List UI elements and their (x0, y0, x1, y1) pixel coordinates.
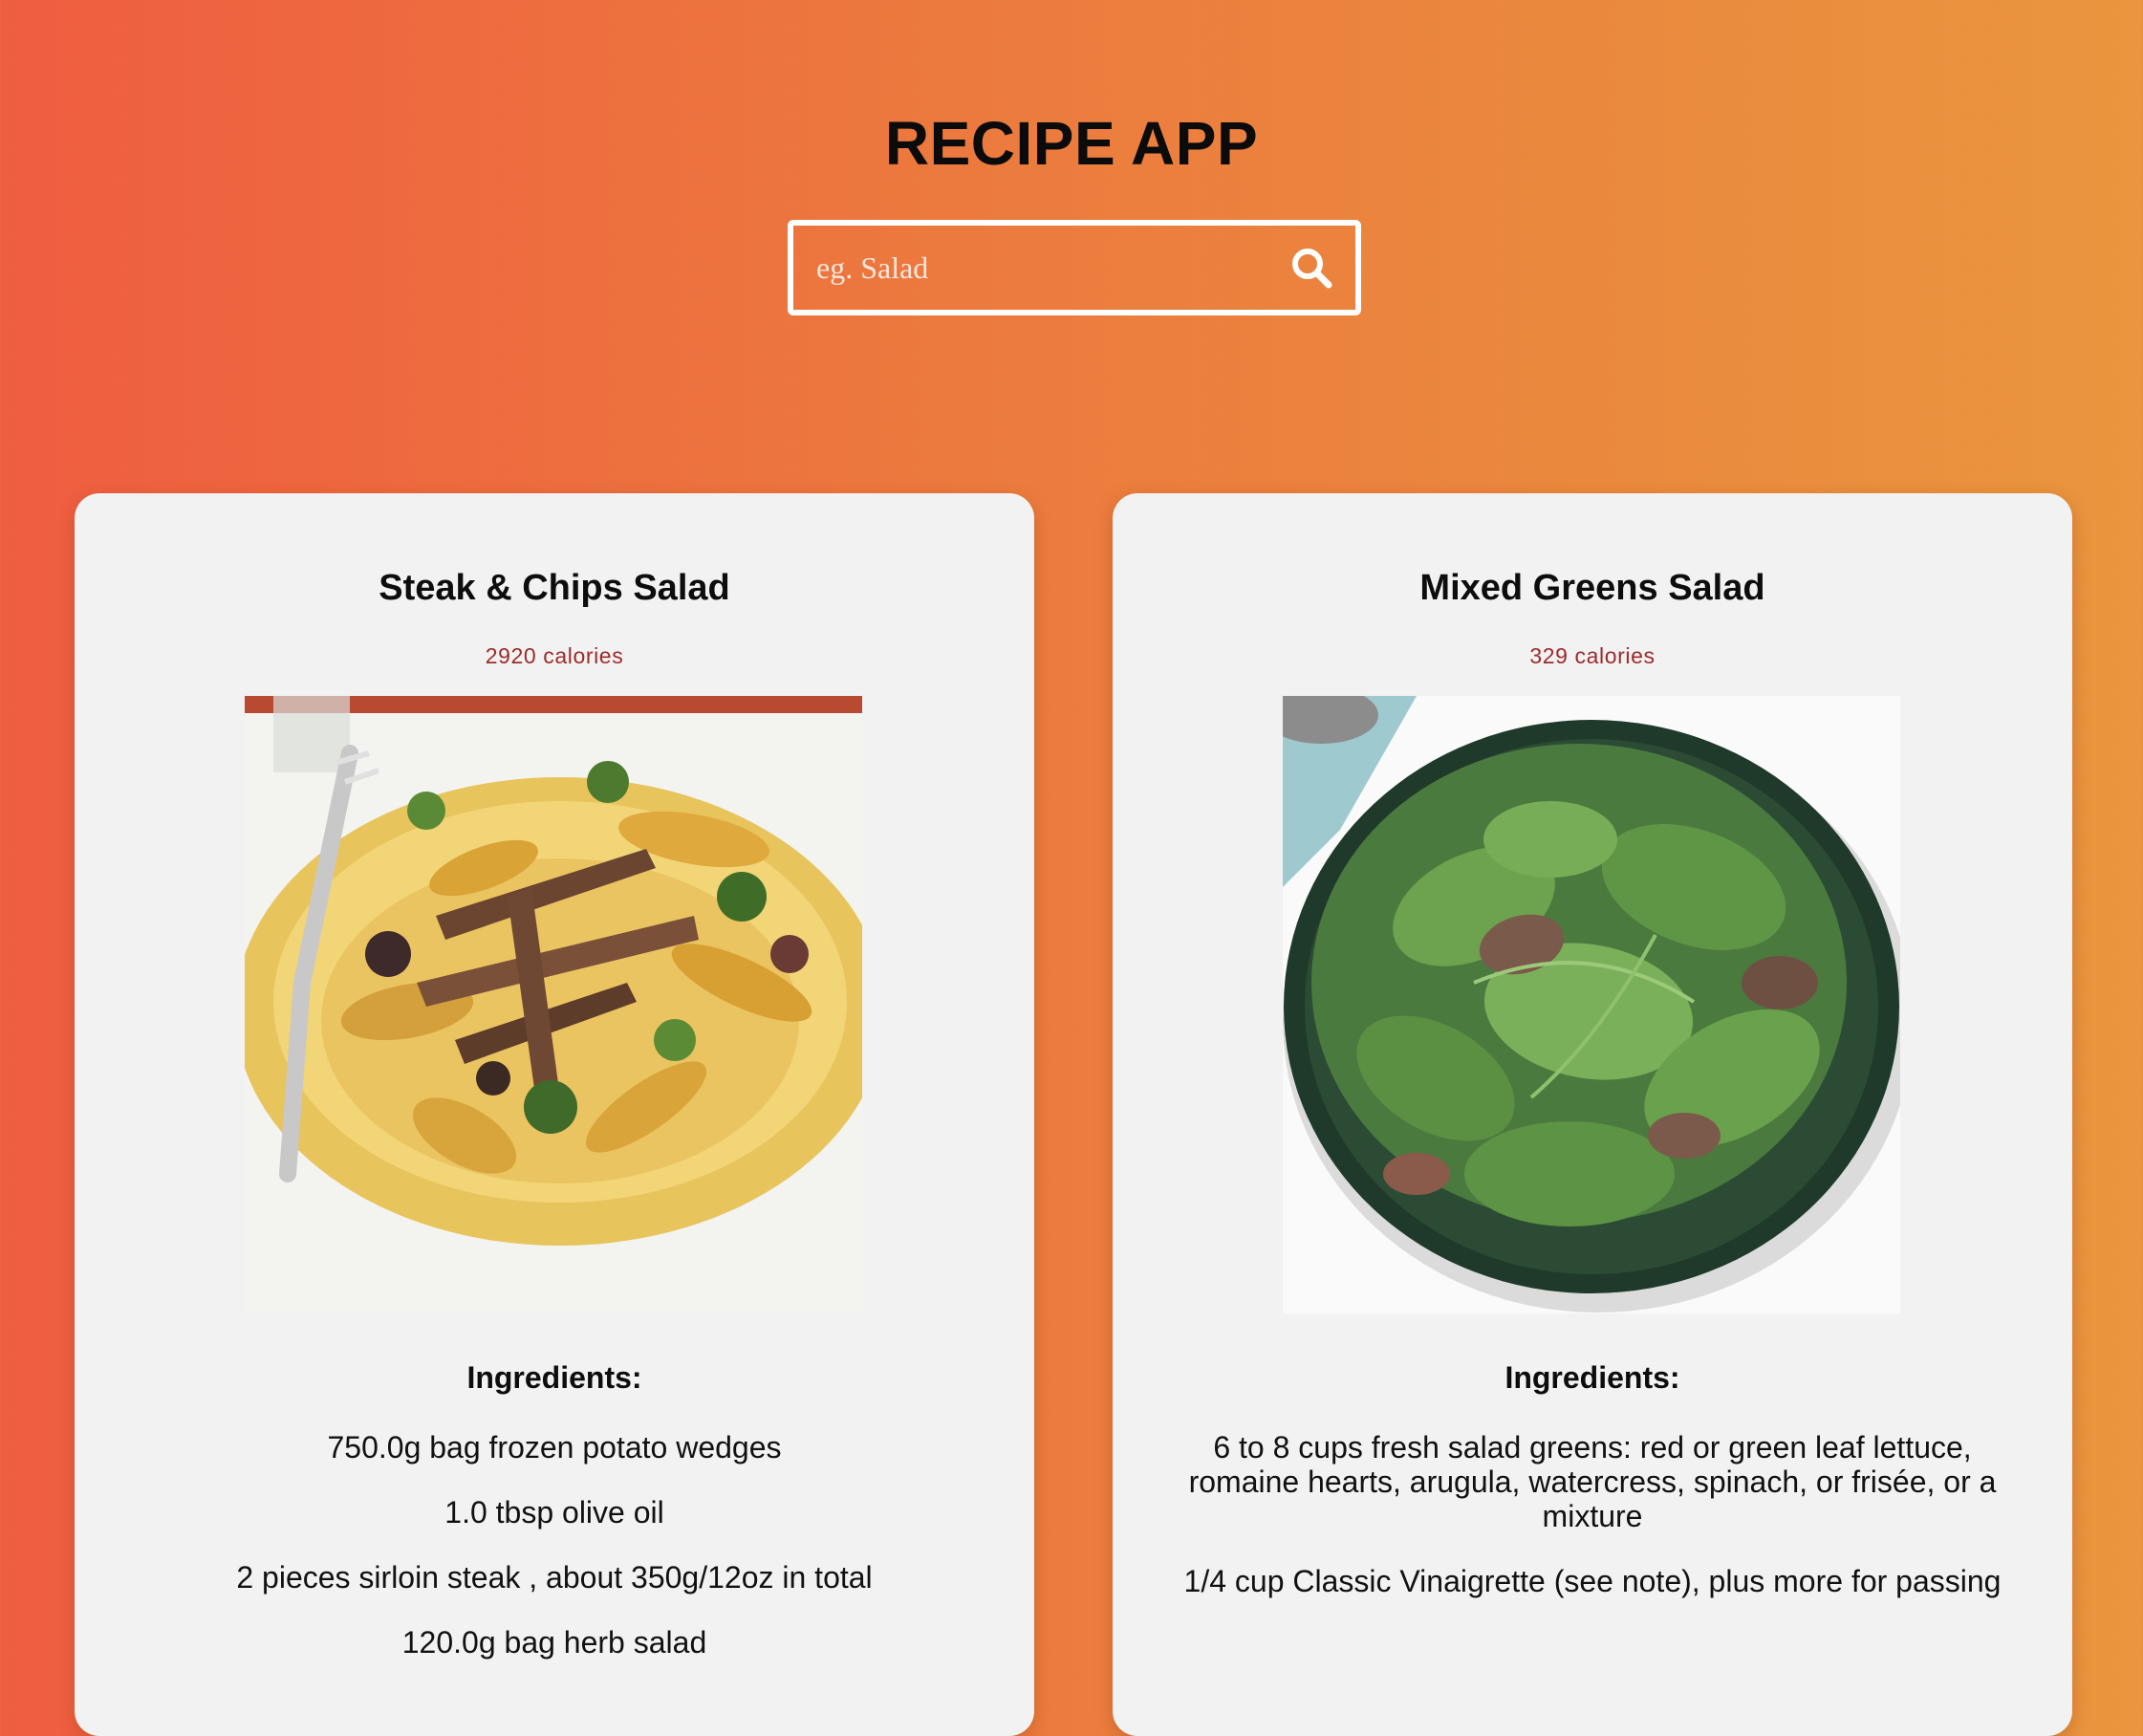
ingredient-item: 2 pieces sirloin steak , about 350g/12oz… (236, 1560, 873, 1595)
ingredients-heading: Ingredients: (1504, 1360, 1680, 1395)
search-input[interactable] (811, 239, 1271, 296)
recipe-image (1283, 696, 1900, 1313)
search-bar (788, 220, 1361, 315)
ingredient-list: 6 to 8 cups fresh salad greens: red or g… (1170, 1430, 2015, 1629)
recipe-title: Steak & Chips Salad (379, 568, 730, 608)
search-icon (1292, 249, 1332, 289)
ingredient-item: 1/4 cup Classic Vinaigrette (see note), … (1183, 1564, 2002, 1598)
recipe-card: Steak & Chips Salad 2920 calories Ingred… (75, 493, 1034, 1736)
app-title: RECIPE APP (884, 109, 1259, 178)
ingredient-item: 6 to 8 cups fresh salad greens: red or g… (1188, 1430, 1997, 1533)
ingredient-item: 120.0g bag herb salad (401, 1625, 707, 1660)
ingredient-list: 750.0g bag frozen potato wedges 1.0 tbsp… (132, 1430, 977, 1690)
search-button[interactable] (1288, 245, 1336, 293)
recipe-image (245, 696, 862, 1313)
recipe-calories: 329 calories (1529, 643, 1656, 668)
ingredient-item: 1.0 tbsp olive oil (444, 1495, 664, 1530)
ingredient-item: 750.0g bag frozen potato wedges (327, 1430, 782, 1465)
ingredients-heading: Ingredients: (466, 1360, 642, 1395)
recipe-calories: 2920 calories (485, 643, 624, 668)
recipe-card: Mixed Greens Salad 329 calories Ingredie (1113, 493, 2072, 1736)
recipe-title: Mixed Greens Salad (1419, 568, 1765, 608)
